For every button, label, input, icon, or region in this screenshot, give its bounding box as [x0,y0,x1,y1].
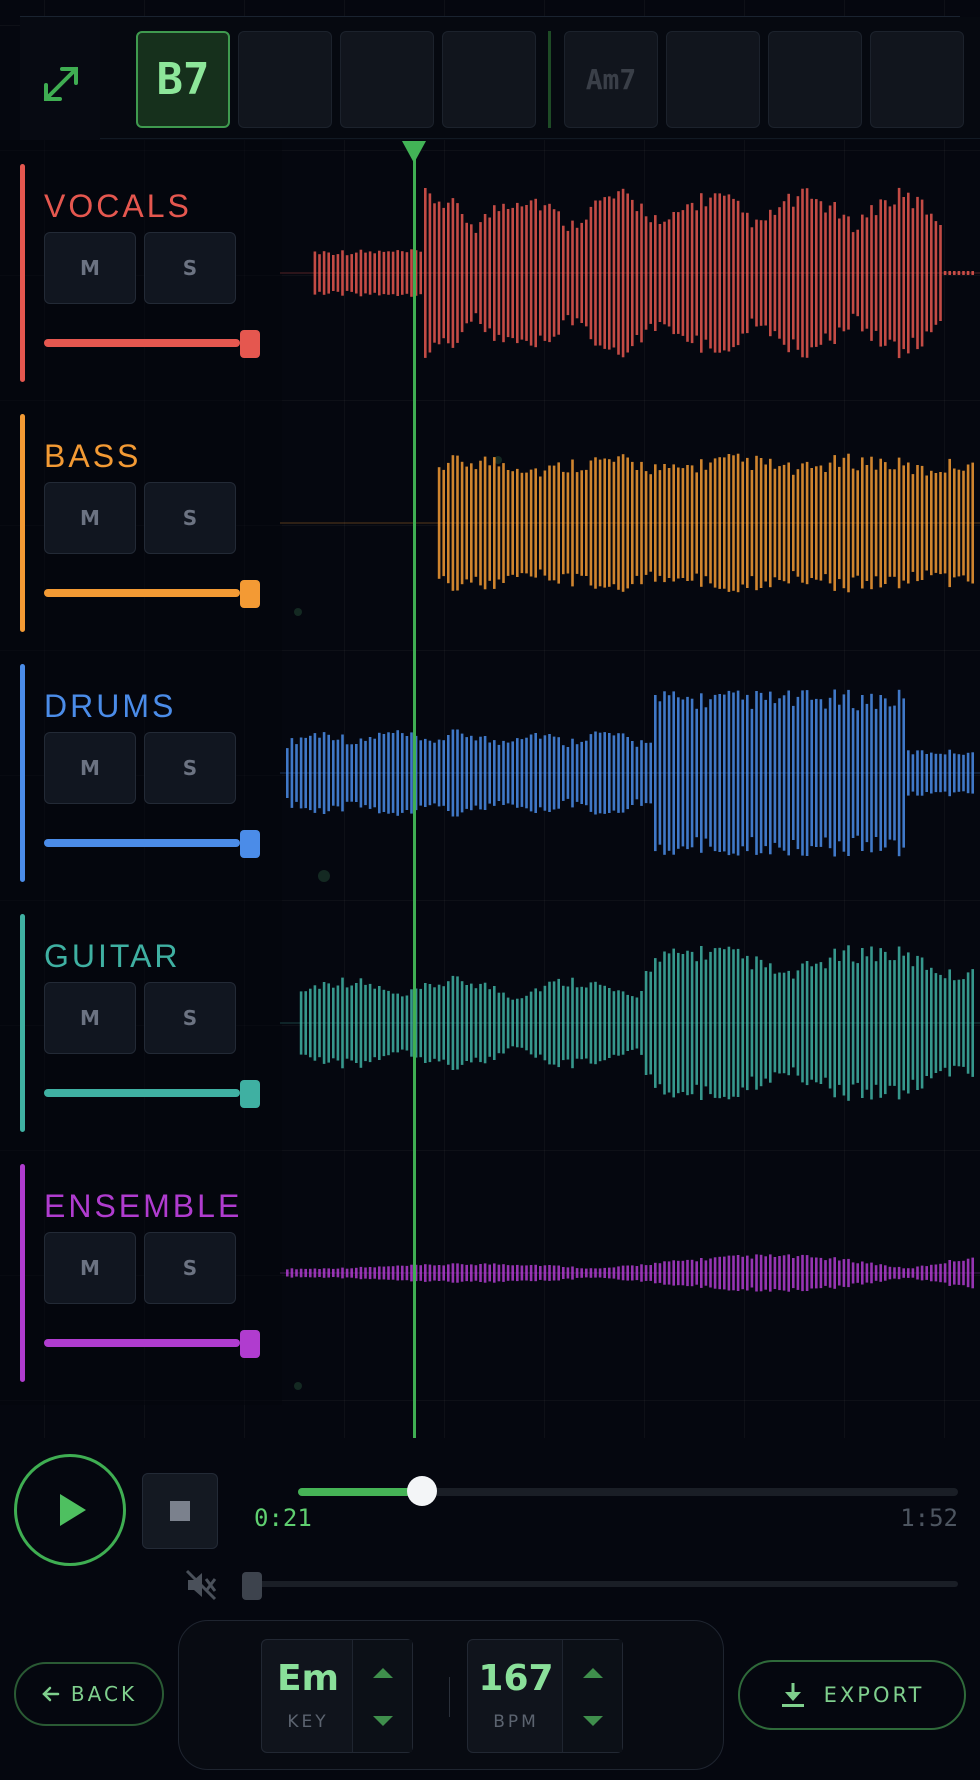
mute-button[interactable]: M [44,232,136,304]
chord-slot-5[interactable]: Am7 [564,31,658,128]
divider [449,1677,450,1717]
volume-thumb[interactable] [240,830,260,858]
stop-icon [170,1501,190,1521]
waveform [280,1254,980,1292]
bpm-control: 167 BPM [467,1639,623,1753]
glow-dot [294,1382,302,1390]
chord-slot-1[interactable]: B7 [136,31,230,128]
chord-slot-2[interactable] [238,31,332,128]
back-label: BACK [70,1682,138,1706]
track-name: VOCALS [44,188,192,224]
export-button[interactable]: EXPORT [738,1660,966,1730]
solo-button[interactable]: S [144,732,236,804]
solo-button[interactable]: S [144,482,236,554]
total-time: 1:52 [900,1504,958,1532]
play-button[interactable] [14,1454,126,1566]
download-icon [781,1683,804,1707]
track-color-bar [20,1164,25,1382]
track-color-bar [20,664,25,882]
volume-slider[interactable] [44,1089,240,1097]
chord-slot-8[interactable] [870,31,964,128]
waveform [280,945,980,1101]
track-vocals: VOCALS M S [20,164,980,382]
track-ensemble: ENSEMBLE M S [20,1164,980,1382]
current-time: 0:21 [254,1504,312,1532]
bpm-value: 167 [478,1658,554,1699]
track-name: ENSEMBLE [44,1188,243,1224]
volume-slider[interactable] [44,1339,240,1347]
track-bass: BASS M S [20,414,980,632]
master-volume-slider[interactable] [242,1581,958,1587]
chord-slot-6[interactable] [666,31,760,128]
playhead[interactable] [413,150,416,1440]
seek-progress [298,1488,422,1496]
chord-bar: B7 Am7 [20,16,980,140]
arrow-left-icon [42,1686,60,1702]
speaker-muted-icon[interactable] [184,1568,218,1602]
track-name: GUITAR [44,938,181,974]
volume-slider[interactable] [44,589,240,597]
track-name: BASS [44,438,142,474]
mute-button[interactable]: M [44,482,136,554]
bpm-down-icon[interactable] [583,1716,603,1726]
volume-thumb[interactable] [240,330,260,358]
track-color-bar [20,914,25,1132]
chord-strip: B7 Am7 [100,17,980,139]
solo-button[interactable]: S [144,982,236,1054]
track-name: DRUMS [44,688,177,724]
playhead-marker[interactable] [402,141,426,163]
track-color-bar [20,414,25,632]
bpm-stepper [562,1640,622,1752]
chord-slot-4[interactable] [442,31,536,128]
key-bpm-panel: Em KEY 167 BPM [178,1620,724,1770]
waveform [280,453,980,593]
key-down-icon[interactable] [373,1716,393,1726]
seek-thumb[interactable] [406,1476,437,1506]
volume-thumb[interactable] [240,1330,260,1358]
key-stepper [352,1640,412,1752]
back-button[interactable]: BACK [14,1662,164,1726]
waveform [280,187,980,359]
mute-button[interactable]: M [44,982,136,1054]
solo-button[interactable]: S [144,232,236,304]
master-volume-thumb[interactable] [242,1572,262,1600]
mute-button[interactable]: M [44,732,136,804]
chord-slot-7[interactable] [768,31,862,128]
track-color-bar [20,164,25,382]
volume-slider[interactable] [44,339,240,347]
waveform [280,689,980,857]
bar-divider [548,31,551,128]
key-up-icon[interactable] [373,1668,393,1678]
bpm-label: BPM [493,1712,539,1732]
key-label: KEY [287,1712,329,1732]
volume-slider[interactable] [44,839,240,847]
track-drums: DRUMS M S [20,664,980,882]
transport-bar: 0:21 1:52 BACK Em KEY 167 BPM EXPORT [0,1438,980,1780]
export-label: EXPORT [823,1683,925,1707]
volume-thumb[interactable] [240,580,260,608]
volume-thumb[interactable] [240,1080,260,1108]
expand-icon[interactable] [38,61,84,107]
track-guitar: GUITAR M S [20,914,980,1132]
chord-slot-3[interactable] [340,31,434,128]
solo-button[interactable]: S [144,1232,236,1304]
mute-button[interactable]: M [44,1232,136,1304]
key-control: Em KEY [261,1639,413,1753]
key-value: Em [276,1658,340,1699]
play-icon [60,1494,86,1526]
bpm-up-icon[interactable] [583,1668,603,1678]
stop-button[interactable] [142,1473,218,1549]
